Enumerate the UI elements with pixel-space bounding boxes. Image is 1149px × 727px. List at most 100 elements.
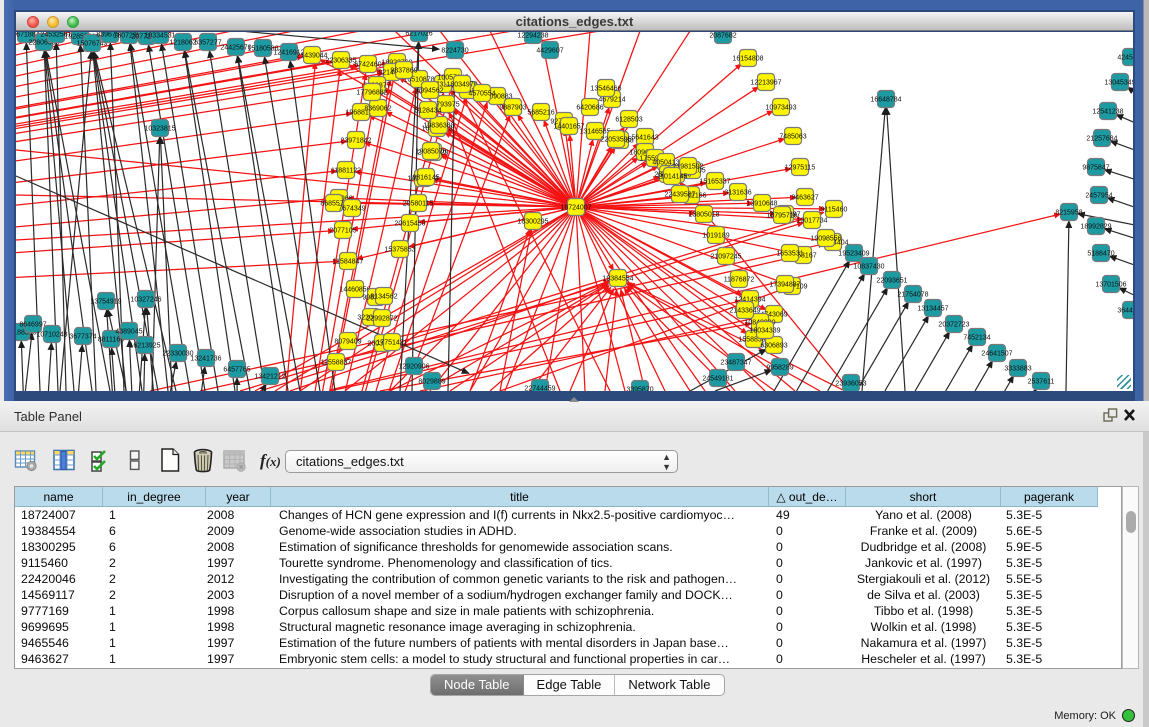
svg-text:8646997: 8646997: [19, 322, 46, 329]
svg-text:1218062: 1218062: [169, 40, 196, 47]
svg-text:6128434: 6128434: [414, 108, 441, 115]
svg-text:11014145: 11014145: [657, 174, 688, 181]
svg-text:22306335: 22306335: [325, 58, 356, 65]
svg-text:4245263: 4245263: [1117, 55, 1133, 62]
svg-text:13754919: 13754919: [90, 299, 121, 306]
svg-text:2077105: 2077105: [329, 228, 356, 235]
svg-text:10334531: 10334531: [144, 33, 175, 40]
svg-text:16648784: 16648784: [870, 97, 901, 104]
svg-text:21097245: 21097245: [710, 254, 741, 261]
svg-text:23487347: 23487347: [720, 360, 751, 367]
svg-text:9115460: 9115460: [821, 207, 848, 214]
svg-text:22744459: 22744459: [524, 386, 555, 392]
svg-text:18300295: 18300295: [517, 219, 548, 226]
svg-text:22992872: 22992872: [366, 316, 397, 323]
svg-text:21433649: 21433649: [729, 308, 760, 315]
svg-text:8134562: 8134562: [370, 294, 397, 301]
svg-text:18724007: 18724007: [560, 205, 591, 212]
svg-text:17796882: 17796882: [356, 90, 387, 97]
svg-text:4570554: 4570554: [468, 91, 495, 98]
svg-text:21257684: 21257684: [1086, 136, 1117, 143]
svg-text:1653531: 1653531: [776, 251, 803, 258]
svg-text:11876872: 11876872: [724, 277, 755, 284]
svg-text:23936053: 23936053: [835, 381, 866, 388]
svg-text:9875847: 9875847: [1082, 165, 1109, 172]
svg-text:7485063: 7485063: [779, 134, 806, 141]
svg-text:3677374: 3677374: [69, 334, 96, 341]
svg-text:12975115: 12975115: [785, 165, 816, 172]
svg-text:10837430: 10837430: [853, 264, 884, 271]
svg-text:9887903: 9887903: [499, 105, 526, 112]
svg-text:8029889: 8029889: [418, 379, 445, 386]
svg-text:13134457: 13134457: [917, 306, 948, 313]
svg-text:19523409: 19523409: [838, 251, 869, 258]
svg-text:22439587: 22439587: [664, 192, 695, 199]
svg-text:22053595: 22053595: [600, 137, 631, 144]
svg-text:4389045: 4389045: [115, 329, 142, 336]
svg-text:4429607: 4429607: [536, 48, 563, 55]
svg-text:21439044: 21439044: [296, 53, 327, 60]
svg-text:6357277: 6357277: [194, 40, 221, 47]
svg-text:19836388: 19836388: [423, 123, 454, 130]
svg-text:5641643: 5641643: [631, 135, 658, 142]
svg-text:8224730: 8224730: [441, 48, 468, 55]
svg-text:6457765: 6457765: [223, 367, 250, 374]
svg-text:9463627: 9463627: [791, 195, 818, 202]
svg-text:13546466: 13546466: [590, 86, 621, 93]
svg-text:9958289: 9958289: [766, 365, 793, 372]
svg-text:11584847: 11584847: [333, 259, 364, 266]
svg-text:2537611: 2537611: [1028, 379, 1055, 386]
svg-text:23971842: 23971842: [340, 138, 371, 145]
svg-text:13146585: 13146585: [579, 129, 610, 136]
svg-text:12294238: 12294238: [517, 33, 548, 40]
svg-text:13421212: 13421212: [254, 374, 285, 381]
svg-text:8369062: 8369062: [364, 106, 391, 113]
svg-text:1019189: 1019189: [702, 233, 729, 240]
svg-text:14460856: 14460856: [339, 287, 370, 294]
svg-text:5188470: 5188470: [1087, 251, 1114, 258]
svg-text:22330030: 22330030: [162, 351, 193, 358]
svg-text:19098556: 19098556: [810, 236, 841, 243]
svg-text:8079409: 8079409: [334, 339, 361, 346]
svg-text:7452134: 7452134: [963, 335, 990, 342]
svg-text:9837869: 9837869: [390, 68, 417, 75]
svg-text:9816145: 9816145: [412, 175, 439, 182]
svg-text:2457954: 2457954: [1085, 193, 1112, 200]
svg-text:6217026: 6217026: [405, 32, 432, 38]
svg-text:15375853: 15375853: [384, 247, 415, 254]
svg-text:12213967: 12213967: [750, 80, 781, 87]
svg-text:2087682: 2087682: [709, 33, 736, 40]
svg-text:19384554: 19384554: [602, 276, 633, 283]
svg-text:10973493: 10973493: [765, 105, 796, 112]
svg-text:12541238: 12541238: [1092, 109, 1123, 116]
svg-text:6128503: 6128503: [615, 117, 642, 124]
svg-text:4679214: 4679214: [598, 97, 625, 104]
svg-text:11558837: 11558837: [321, 360, 352, 367]
svg-text:21754078: 21754078: [897, 292, 928, 299]
svg-text:18992829: 18992829: [1080, 224, 1111, 231]
svg-text:11881122: 11881122: [331, 168, 361, 175]
svg-text:13701506: 13701506: [1095, 282, 1126, 289]
svg-text:12920906: 12920906: [398, 364, 429, 371]
svg-text:18034339: 18034339: [749, 328, 780, 335]
svg-text:19017734: 19017734: [796, 218, 827, 225]
svg-text:6420686: 6420686: [576, 105, 603, 112]
svg-text:5685216: 5685216: [527, 110, 554, 117]
svg-text:24549181: 24549181: [702, 376, 733, 383]
svg-text:6742460: 6742460: [354, 62, 381, 69]
svg-text:7674349: 7674349: [338, 206, 365, 213]
svg-text:13910648: 13910648: [746, 201, 777, 208]
svg-text:6994562: 6994562: [416, 88, 443, 95]
svg-text:3131636: 3131636: [724, 190, 751, 197]
svg-text:6306893: 6306893: [760, 343, 787, 350]
svg-text:20372723: 20372723: [938, 322, 969, 329]
svg-text:3644095: 3644095: [1117, 308, 1133, 315]
svg-text:16154808: 16154808: [732, 56, 763, 63]
svg-text:17751421: 17751421: [376, 340, 407, 347]
svg-text:13805018: 13805018: [688, 212, 719, 219]
svg-text:17394887: 17394887: [769, 282, 800, 289]
svg-text:20580115: 20580115: [403, 201, 434, 208]
svg-text:13241736: 13241736: [190, 356, 221, 363]
svg-text:10323815: 10323815: [144, 126, 175, 133]
svg-text:22093651: 22093651: [876, 278, 907, 285]
